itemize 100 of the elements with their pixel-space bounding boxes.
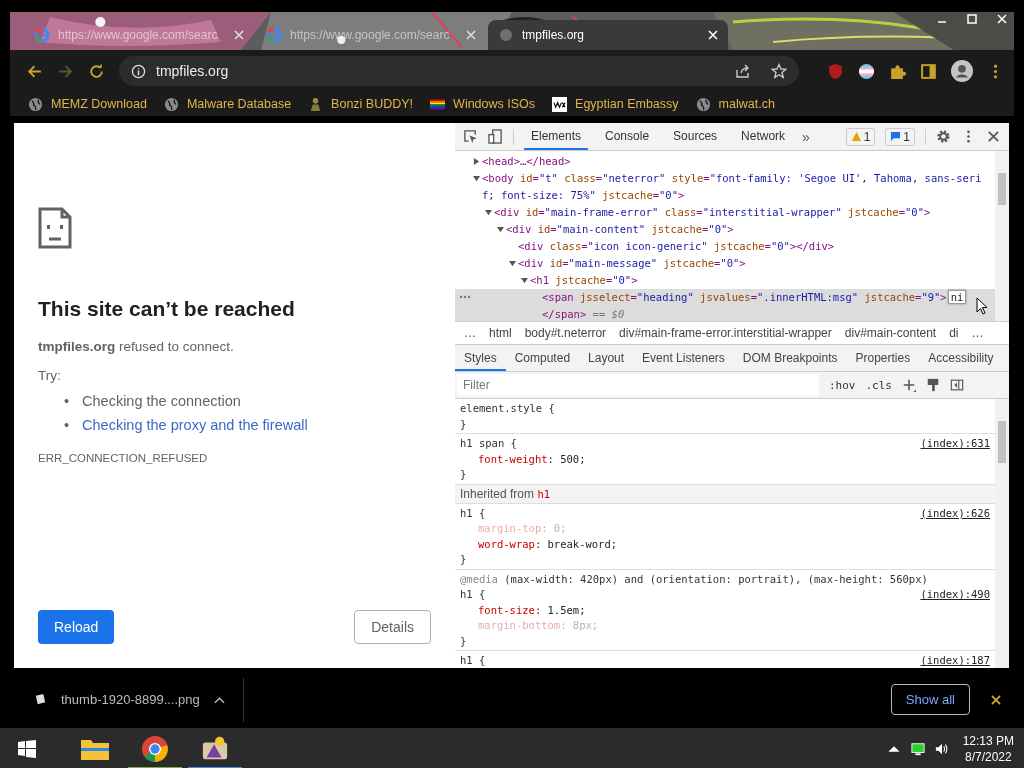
bookmark[interactable]: MEMZ Download xyxy=(28,96,147,112)
collapse-triangle-icon[interactable] xyxy=(521,277,528,284)
breadcrumb[interactable]: div#main-content xyxy=(844,326,937,340)
hover-state-button[interactable]: :hov xyxy=(829,378,856,392)
dom-node[interactable]: <div id="main-frame-error" class="interstitial-wrapper" jstcache="0"> xyxy=(455,204,995,221)
collapse-triangle-icon[interactable] xyxy=(509,260,516,267)
css-selector: h1 { xyxy=(460,653,486,668)
source-link[interactable]: (index):490 xyxy=(920,587,990,603)
source-link[interactable]: (index):187 xyxy=(920,653,990,668)
close-icon[interactable] xyxy=(986,129,1001,144)
close-icon[interactable] xyxy=(990,693,1002,706)
expand-triangle-icon[interactable] xyxy=(473,158,480,165)
windows-logo-icon[interactable] xyxy=(17,738,37,759)
sidebar-icon[interactable] xyxy=(920,62,937,80)
device-icon[interactable] xyxy=(488,129,503,144)
globe-icon xyxy=(28,96,43,112)
css-selector: h1 { xyxy=(460,505,486,521)
source-link[interactable]: (index):631 xyxy=(920,436,990,452)
suggestion-text: Checking the connection xyxy=(82,393,241,409)
filter-field[interactable]: Filter xyxy=(457,374,819,396)
clock-date[interactable]: 8/7/2022 xyxy=(964,748,1012,765)
css-selector: h1 { xyxy=(460,587,486,602)
dom-node[interactable]: <div id="main-message" jstcache="0"> xyxy=(455,255,995,272)
class-button[interactable]: .cls xyxy=(865,378,892,392)
collapse-triangle-icon[interactable] xyxy=(473,175,480,182)
info-icon[interactable] xyxy=(131,63,146,79)
panel-tab[interactable]: Computed xyxy=(505,351,580,371)
more-icon[interactable] xyxy=(459,295,471,299)
monitor-icon[interactable] xyxy=(910,741,925,756)
devtools-tab[interactable]: Console xyxy=(598,123,657,150)
panel-tab[interactable]: Event Listeners xyxy=(633,351,734,371)
breadcrumb[interactable]: … xyxy=(971,326,984,340)
panel-tab[interactable]: Accessibility xyxy=(919,351,1003,371)
address-bar[interactable]: tmpfiles.org xyxy=(119,56,799,86)
bookmark[interactable]: malwat.ch xyxy=(695,96,775,112)
breadcrumb[interactable]: di xyxy=(949,326,959,340)
download-item[interactable]: thumb-1920-8899....png xyxy=(34,692,239,707)
css-declaration: margin-bottom: 8px; xyxy=(477,618,600,633)
puzzle-icon[interactable] xyxy=(889,62,906,80)
dom-node[interactable]: <head>…</head> xyxy=(455,153,995,170)
breadcrumb[interactable]: div#main-frame-error.interstitial-wrapper xyxy=(619,326,832,340)
settings-icon[interactable] xyxy=(936,129,951,144)
source-link[interactable]: (index):626 xyxy=(920,505,990,521)
scrollbar[interactable] xyxy=(995,151,1009,321)
error-heading: This site can’t be reached xyxy=(38,297,296,321)
suggestion-link[interactable]: Checking the proxy and the firewall xyxy=(82,417,308,433)
logo-icon xyxy=(552,96,568,112)
clock-time[interactable]: 12:13 PM xyxy=(962,732,1014,749)
dom-node[interactable]: <span jsselect="heading" jsvalues=".innerHTML:msg" jstcache="9"> ni </span> == $0 xyxy=(455,289,995,321)
css-selector: element.style { xyxy=(460,401,555,416)
globe-icon xyxy=(695,96,711,112)
share-icon[interactable] xyxy=(735,63,751,79)
shield-icon[interactable] xyxy=(827,62,844,80)
dom-node[interactable]: <div id="main-content" jstcache="0"> xyxy=(455,221,995,238)
details-button[interactable]: Details xyxy=(354,610,431,644)
collapse-triangle-icon[interactable] xyxy=(485,209,492,216)
scrollbar[interactable] xyxy=(995,399,1009,668)
devtools-tab[interactable]: Sources xyxy=(666,123,725,150)
reload-icon[interactable] xyxy=(88,62,105,80)
collapse-triangle-icon[interactable] xyxy=(497,226,504,233)
globe-icon xyxy=(163,96,179,112)
avatar-icon[interactable] xyxy=(951,60,973,82)
closing-brace: } xyxy=(460,416,468,432)
caret-icon[interactable] xyxy=(213,695,225,704)
maximize-icon[interactable] xyxy=(966,13,978,25)
file-icon xyxy=(34,693,47,706)
panel-tab[interactable]: Layout xyxy=(579,351,634,371)
panel-tab[interactable]: DOM Breakpoints xyxy=(733,351,847,371)
edit-field[interactable]: ni xyxy=(947,290,967,304)
browser-tab[interactable]: tmpfiles.org xyxy=(488,20,728,50)
breadcrumb[interactable]: html xyxy=(489,326,512,340)
inspect-icon[interactable] xyxy=(463,129,478,144)
css-selector: h1 span { xyxy=(460,436,517,451)
bookmark[interactable]: Bonzi BUDDY! xyxy=(308,96,414,112)
cursor-icon xyxy=(976,297,988,315)
breadcrumb[interactable]: body#t.neterror xyxy=(524,326,607,340)
sidebar-toggle-icon[interactable] xyxy=(950,378,964,392)
dom-node[interactable]: <div class="icon icon-generic" jstcache="0"></div> xyxy=(455,238,995,255)
panel-tab[interactable]: Properties xyxy=(846,351,920,371)
show-all-button[interactable]: Show all xyxy=(890,684,970,715)
plus-icon[interactable] xyxy=(902,378,916,392)
message-badge[interactable]: 1 xyxy=(885,127,915,146)
bookmark[interactable]: Windows ISOs xyxy=(430,96,536,112)
warning-badge[interactable]: 1 xyxy=(845,127,876,146)
bookmark[interactable]: Egyptian Embassy xyxy=(552,96,679,112)
devtools-tab[interactable]: Network xyxy=(734,123,793,150)
sad-page-icon xyxy=(38,207,72,249)
devtools-tab[interactable]: Elements xyxy=(524,123,589,150)
dom-node[interactable]: <h1 jstcache="0"> xyxy=(455,272,995,289)
css-declaration: font-size: 1.5em; xyxy=(477,602,587,618)
css-declaration: margin-top: 0; xyxy=(477,521,568,536)
reload-button[interactable]: Reload xyxy=(38,610,115,644)
browser-icon xyxy=(140,734,170,763)
star-icon[interactable] xyxy=(771,63,787,79)
breadcrumb[interactable]: … xyxy=(464,326,476,340)
more-tabs-button[interactable]: » xyxy=(802,128,810,145)
warning-icon xyxy=(850,131,862,142)
paint-roller-icon[interactable] xyxy=(926,378,940,392)
speaker-icon[interactable] xyxy=(934,741,949,756)
bookmark[interactable]: Malware Database xyxy=(163,96,292,112)
